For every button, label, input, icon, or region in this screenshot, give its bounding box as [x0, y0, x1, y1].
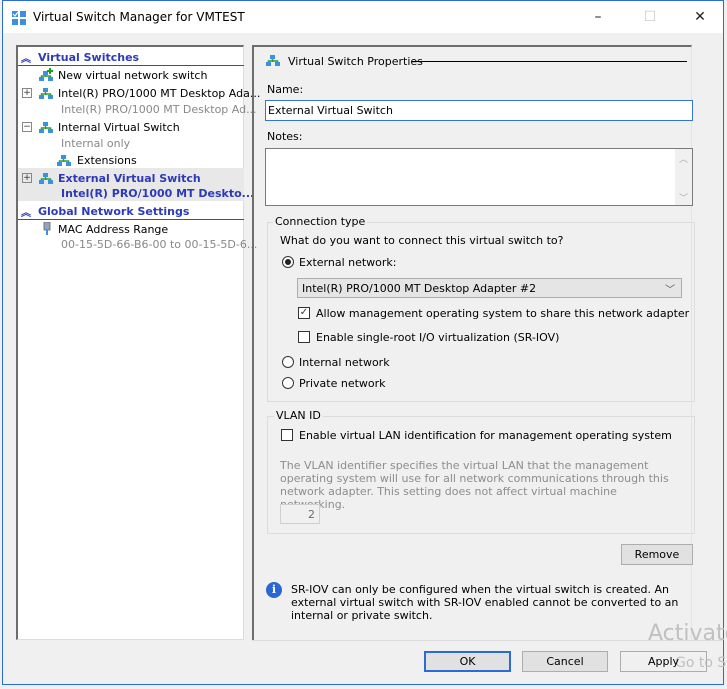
section-divider: [412, 61, 687, 62]
minimize-button[interactable]: –: [575, 1, 621, 33]
vlan-id-input[interactable]: 2: [280, 504, 320, 524]
connection-type-legend: Connection type: [273, 215, 368, 228]
allow-management-checkbox[interactable]: ✓: [298, 307, 310, 319]
properties-section-title: Virtual Switch Properties: [288, 55, 423, 68]
external-network-radio[interactable]: [282, 256, 294, 268]
mac-address-icon: [43, 222, 51, 235]
extensions-icon: [57, 155, 71, 166]
tree-item-mac-range[interactable]: MAC Address Range: [18, 221, 244, 237]
virtual-switch-properties-icon: [266, 55, 280, 66]
vlan-legend: VLAN ID: [274, 409, 323, 422]
network-switch-icon: [39, 88, 53, 99]
private-network-label: Private network: [299, 377, 386, 390]
network-adapter-select[interactable]: Intel(R) PRO/1000 MT Desktop Adapter #2 …: [297, 278, 682, 298]
scroll-down-icon[interactable]: ﹀: [679, 191, 688, 204]
notes-textarea[interactable]: ︿ ﹀: [265, 148, 693, 206]
private-network-radio[interactable]: [282, 377, 294, 389]
switch-subtitle: Internal only: [61, 137, 131, 150]
network-switch-icon: [39, 122, 53, 133]
internal-network-radio[interactable]: [282, 356, 294, 368]
enable-vlan-checkbox[interactable]: [281, 429, 293, 441]
activation-watermark: Activate: [648, 621, 727, 646]
tree-item-extensions[interactable]: Extensions: [18, 152, 244, 168]
virtual-switches-header[interactable]: ︽ Virtual Switches: [18, 49, 244, 66]
tree-item-switch[interactable]: + Intel(R) PRO/1000 MT Desktop Ada...: [18, 85, 260, 101]
connection-question: What do you want to connect this virtual…: [280, 234, 564, 247]
notes-scrollbar[interactable]: ︿ ﹀: [675, 149, 692, 205]
collapse-chevron-icon[interactable]: ︽: [21, 50, 31, 65]
sriov-info-text: SR-IOV can only be configured when the v…: [291, 583, 679, 622]
navigation-tree[interactable]: ︽ Virtual Switches New virtual network s…: [16, 45, 260, 640]
allow-management-label: Allow management operating system to sha…: [316, 307, 690, 320]
new-switch-icon: [39, 68, 53, 81]
expand-icon[interactable]: +: [22, 88, 32, 98]
sriov-label: Enable single-root I/O virtualization (S…: [316, 331, 560, 344]
notes-label: Notes:: [267, 130, 303, 143]
tree-item-switch-selected[interactable]: + External Virtual Switch: [18, 170, 244, 186]
chevron-down-icon: ﹀: [665, 285, 675, 296]
external-network-label: External network:: [299, 256, 397, 269]
internal-network-label: Internal network: [299, 356, 390, 369]
window-title: Virtual Switch Manager for VMTEST: [33, 10, 245, 24]
sriov-checkbox[interactable]: [298, 331, 310, 343]
remove-button[interactable]: Remove: [621, 544, 693, 565]
name-label: Name:: [267, 83, 304, 96]
close-button[interactable]: ✕: [677, 1, 723, 33]
vlan-description: The VLAN identifier specifies the virtua…: [280, 459, 669, 511]
switch-subtitle: Intel(R) PRO/1000 MT Desktop Ad...: [61, 103, 257, 116]
ok-button[interactable]: OK: [424, 651, 511, 672]
switch-name-input[interactable]: [265, 100, 693, 121]
mac-range-value: 00-15-5D-66-B6-00 to 00-15-5D-6...: [61, 238, 258, 251]
cancel-button[interactable]: Cancel: [522, 651, 608, 672]
scroll-up-icon[interactable]: ︿: [679, 152, 688, 165]
maximize-button[interactable]: ☐: [627, 1, 673, 33]
collapse-icon[interactable]: −: [22, 122, 32, 132]
tree-item-switch[interactable]: − Internal Virtual Switch: [18, 119, 244, 135]
tree-item-new-switch[interactable]: New virtual network switch: [18, 67, 244, 83]
global-network-settings-header[interactable]: ︽ Global Network Settings: [18, 203, 244, 220]
network-switch-icon: [39, 173, 53, 184]
switch-subtitle: Intel(R) PRO/1000 MT Deskto...: [61, 187, 255, 200]
enable-vlan-label: Enable virtual LAN identification for ma…: [299, 429, 672, 442]
info-icon: i: [266, 582, 282, 598]
apply-button[interactable]: Apply: [620, 651, 707, 672]
virtual-switch-manager-icon: [12, 11, 26, 25]
title-bar: Virtual Switch Manager for VMTEST – ☐ ✕: [3, 1, 723, 33]
collapse-chevron-icon[interactable]: ︽: [21, 204, 31, 219]
expand-icon[interactable]: +: [22, 173, 32, 183]
